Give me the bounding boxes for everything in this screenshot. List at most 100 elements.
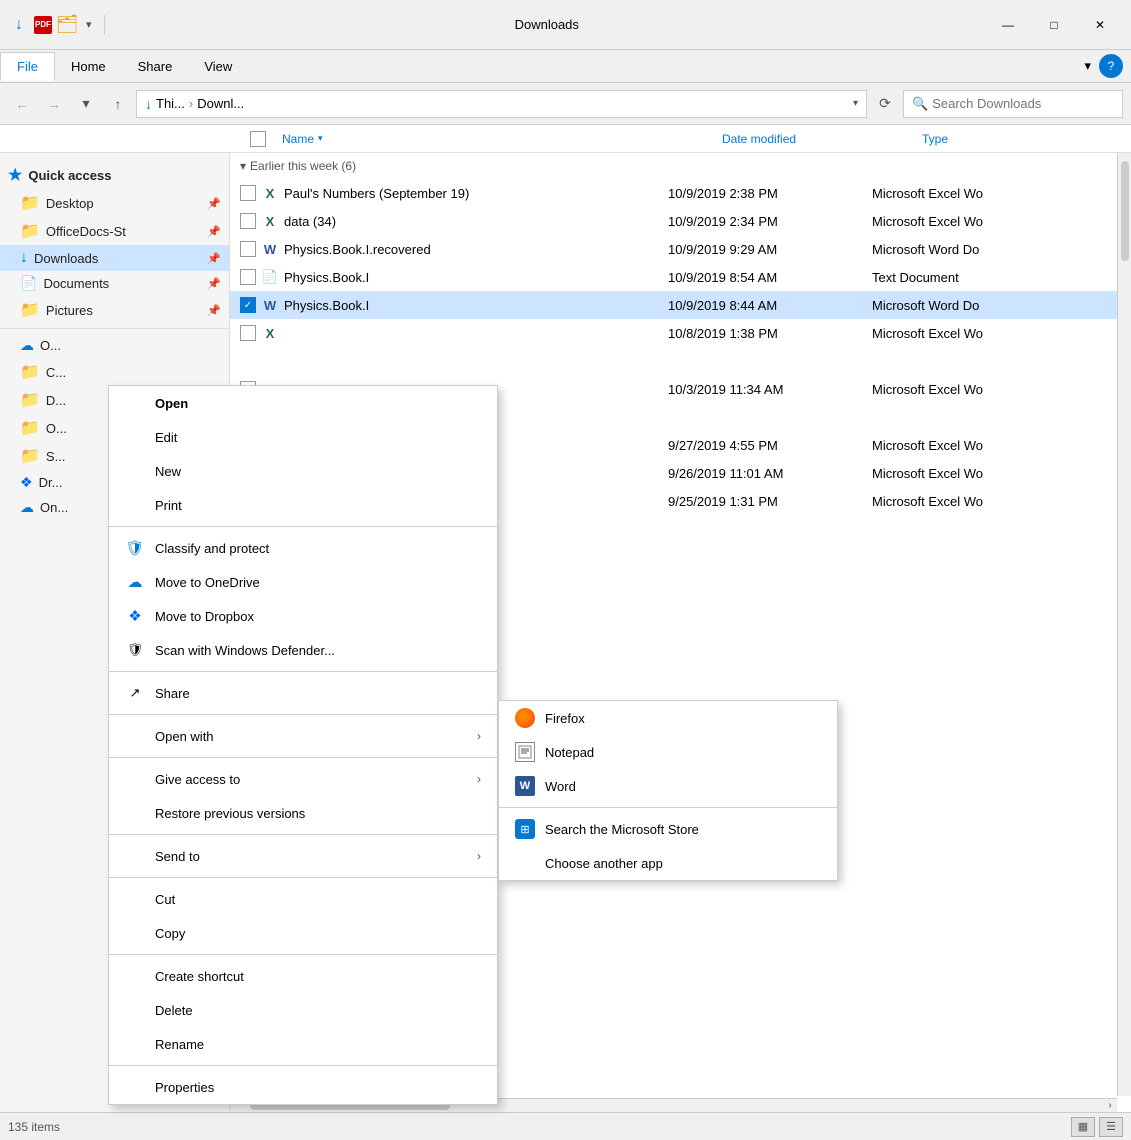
store-label: Search the Microsoft Store <box>545 822 699 837</box>
notepad-icon <box>515 742 535 762</box>
ctx-scan[interactable]: 🛡 Scan with Windows Defender... <box>109 633 497 667</box>
download-icon: ↓ <box>20 249 28 267</box>
list-view-button[interactable]: ☰ <box>1099 1117 1123 1137</box>
ctx-open-with[interactable]: Open with › <box>109 719 497 753</box>
sidebar-item-c[interactable]: 📁 C... <box>0 358 229 386</box>
col-header-name[interactable]: Name ▾ <box>274 132 714 146</box>
scroll-right-arrow[interactable]: › <box>1103 1099 1117 1113</box>
file-date: 10/9/2019 2:38 PM <box>668 186 868 201</box>
ctx-print[interactable]: Print <box>109 488 497 522</box>
empty-row <box>230 347 1131 375</box>
cut-icon <box>125 889 145 909</box>
refresh-button[interactable]: ⟳ <box>871 90 899 118</box>
submenu-item-store[interactable]: ⊞ Search the Microsoft Store <box>499 812 837 846</box>
submenu-arrow: › <box>477 729 481 743</box>
ctx-send-to[interactable]: Send to › <box>109 839 497 873</box>
ctx-open[interactable]: Open <box>109 386 497 420</box>
shield-icon: 🛡 <box>125 538 145 558</box>
sidebar-item-label: OfficeDocs-St <box>46 224 126 239</box>
up-button[interactable]: ↑ <box>104 90 132 118</box>
file-date: 9/26/2019 11:01 AM <box>668 466 868 481</box>
help-button[interactable]: ? <box>1099 54 1123 78</box>
sidebar-item-onedrive1[interactable]: ☁ O... <box>0 333 229 358</box>
table-row[interactable]: X 10/8/2019 1:38 PM Microsoft Excel Wo <box>230 319 1131 347</box>
item-count: 135 items <box>8 1120 60 1134</box>
ctx-create-shortcut[interactable]: Create shortcut <box>109 959 497 993</box>
tab-share[interactable]: Share <box>122 53 189 80</box>
quick-access-arrow[interactable]: ▾ <box>82 16 96 33</box>
ctx-share-label: Share <box>155 686 190 701</box>
onedrive-icon: ☁ <box>20 499 34 516</box>
ctx-delete[interactable]: Delete <box>109 993 497 1027</box>
sidebar-item-label: D... <box>46 393 66 408</box>
file-checkbox[interactable] <box>240 241 256 257</box>
table-row[interactable]: X data (34) 10/9/2019 2:34 PM Microsoft … <box>230 207 1131 235</box>
table-row[interactable]: X Paul's Numbers (September 19) 10/9/201… <box>230 179 1131 207</box>
col-header-date[interactable]: Date modified <box>714 132 914 146</box>
ctx-rename[interactable]: Rename <box>109 1027 497 1061</box>
file-date: 10/9/2019 2:34 PM <box>668 214 868 229</box>
ctx-give-access-label: Give access to <box>155 772 240 787</box>
file-date: 10/9/2019 8:54 AM <box>668 270 868 285</box>
defender-icon: 🛡 <box>125 640 145 660</box>
address-path[interactable]: ↓ Thi... › Downl... ▾ <box>136 90 867 118</box>
submenu-item-word[interactable]: W Word <box>499 769 837 803</box>
ctx-move-dropbox[interactable]: ❖ Move to Dropbox <box>109 599 497 633</box>
properties-icon <box>125 1077 145 1097</box>
store-icon: ⊞ <box>515 819 535 839</box>
ctx-copy[interactable]: Copy <box>109 916 497 950</box>
ctx-edit[interactable]: Edit <box>109 420 497 454</box>
ctx-new[interactable]: New <box>109 454 497 488</box>
tab-home[interactable]: Home <box>55 53 122 80</box>
pin-icon: 📌 <box>207 252 221 265</box>
file-checkbox[interactable]: ✓ <box>240 297 256 313</box>
submenu-item-choose[interactable]: Choose another app <box>499 846 837 880</box>
select-all-checkbox[interactable] <box>250 131 266 147</box>
folder-icon: 📁 <box>20 193 40 213</box>
ctx-edit-label: Edit <box>155 430 177 445</box>
folder-icon: 🗂 <box>56 14 78 36</box>
ctx-classify[interactable]: 🛡 Classify and protect <box>109 531 497 565</box>
ctx-give-access[interactable]: Give access to › <box>109 762 497 796</box>
recent-button[interactable]: ▾ <box>72 90 100 118</box>
ctx-cut[interactable]: Cut <box>109 882 497 916</box>
ctx-move-onedrive[interactable]: ☁ Move to OneDrive <box>109 565 497 599</box>
sidebar-item-desktop[interactable]: 📁 Desktop 📌 <box>0 189 229 217</box>
group-header[interactable]: ▾ Earlier this week (6) <box>230 153 1131 179</box>
ctx-share[interactable]: ↗ Share <box>109 676 497 710</box>
file-checkbox[interactable] <box>240 213 256 229</box>
sidebar-item-pictures[interactable]: 📁 Pictures 📌 <box>0 296 229 324</box>
minimize-button[interactable]: — <box>985 10 1031 40</box>
search-input[interactable] <box>932 96 1114 111</box>
table-row[interactable]: 📄 Physics.Book.I 10/9/2019 8:54 AM Text … <box>230 263 1131 291</box>
tab-view[interactable]: View <box>188 53 248 80</box>
excel-icon: X <box>260 211 280 231</box>
ctx-properties[interactable]: Properties <box>109 1070 497 1104</box>
ribbon-chevron[interactable]: ▾ <box>1076 52 1099 80</box>
table-row[interactable]: ✓ W Physics.Book.I 10/9/2019 8:44 AM Mic… <box>230 291 1131 319</box>
table-row[interactable]: W Physics.Book.I.recovered 10/9/2019 9:2… <box>230 235 1131 263</box>
sidebar-item-label: S... <box>46 449 66 464</box>
maximize-button[interactable]: □ <box>1031 10 1077 40</box>
sidebar-item-downloads[interactable]: ↓ Downloads 📌 <box>0 245 229 271</box>
file-checkbox[interactable] <box>240 325 256 341</box>
search-box: 🔍 <box>903 90 1123 118</box>
group-chevron: ▾ <box>240 159 246 173</box>
word-label: Word <box>545 779 576 794</box>
close-button[interactable]: ✕ <box>1077 10 1123 40</box>
back-button[interactable]: ← <box>8 90 36 118</box>
excel-icon: X <box>260 183 280 203</box>
path-dropdown-arrow[interactable]: ▾ <box>853 98 858 109</box>
sidebar-item-documents[interactable]: 📄 Documents 📌 <box>0 271 229 296</box>
submenu-item-notepad[interactable]: Notepad <box>499 735 837 769</box>
sidebar-item-officedocs[interactable]: 📁 OfficeDocs-St 📌 <box>0 217 229 245</box>
col-header-type[interactable]: Type <box>914 132 1131 146</box>
vertical-scrollbar[interactable] <box>1117 153 1131 1096</box>
ctx-restore[interactable]: Restore previous versions <box>109 796 497 830</box>
tab-file[interactable]: File <box>0 52 55 81</box>
file-checkbox[interactable] <box>240 269 256 285</box>
details-view-button[interactable]: ▦ <box>1071 1117 1095 1137</box>
submenu-item-firefox[interactable]: Firefox <box>499 701 837 735</box>
forward-button[interactable]: → <box>40 90 68 118</box>
file-checkbox[interactable] <box>240 185 256 201</box>
